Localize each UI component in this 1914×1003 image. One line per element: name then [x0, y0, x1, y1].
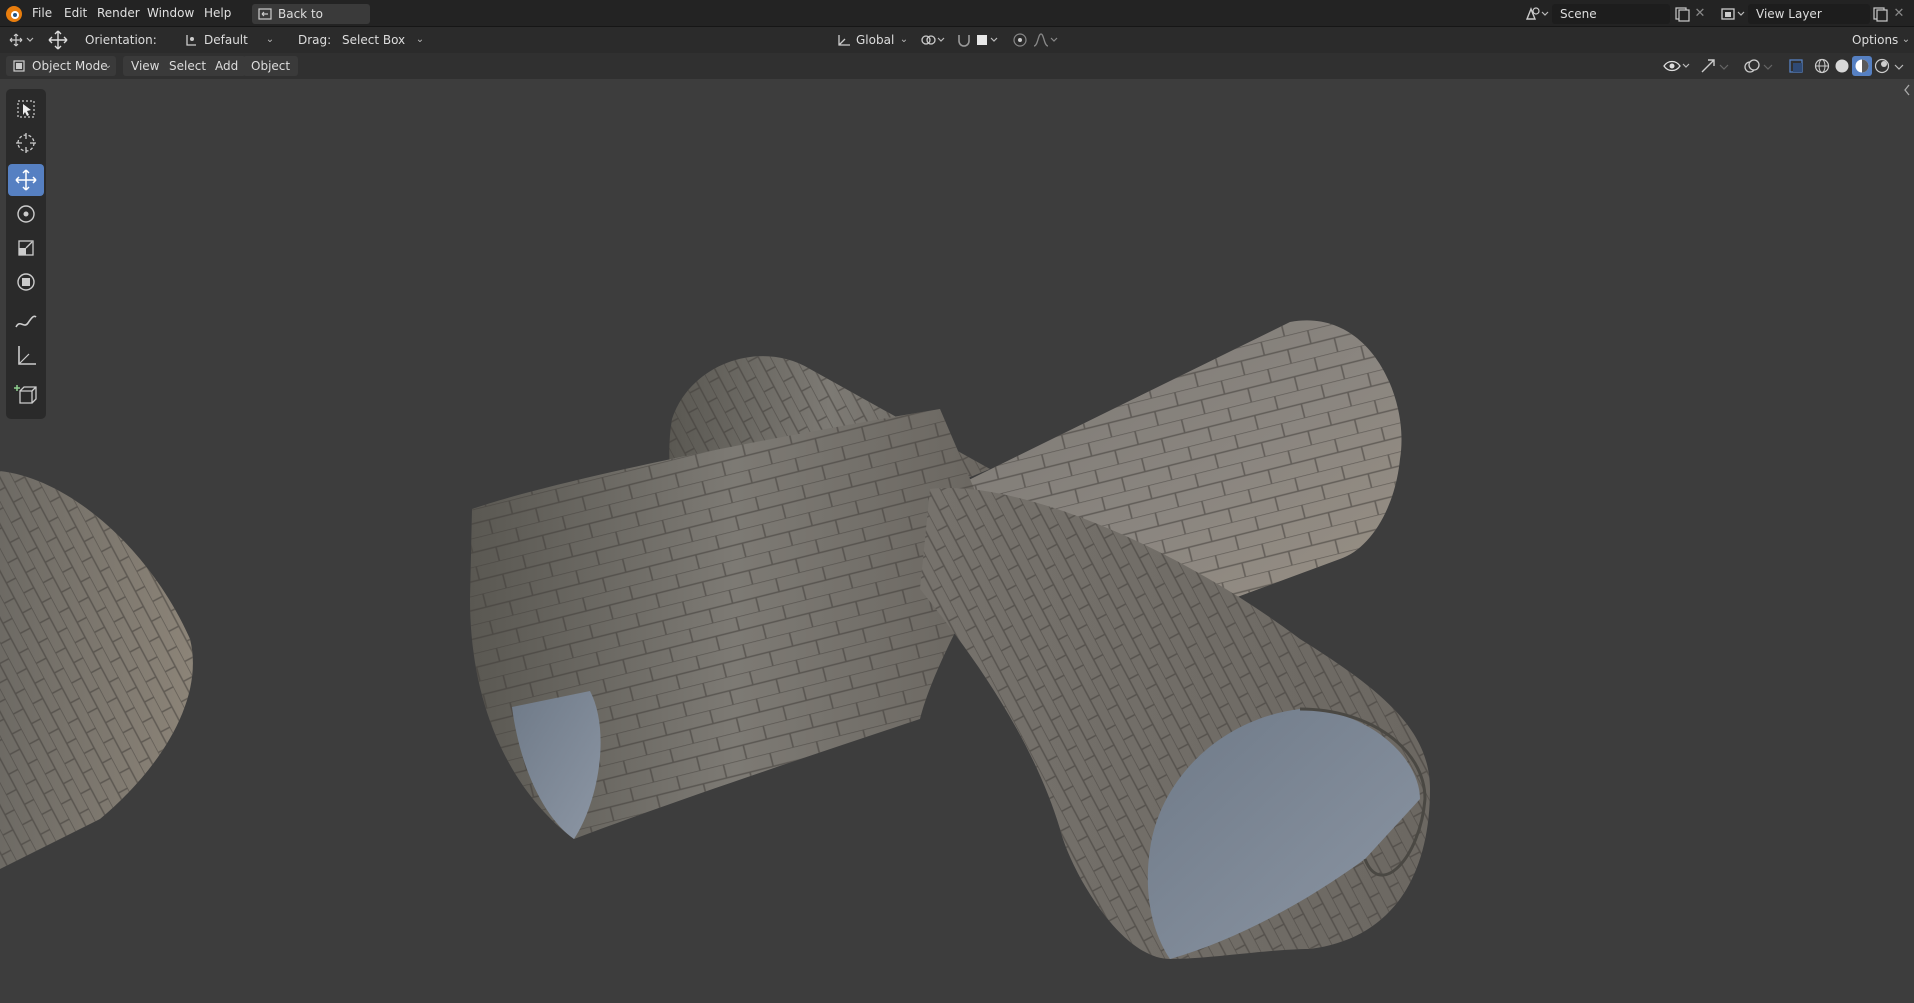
- material-preview-icon[interactable]: [1852, 56, 1872, 76]
- overlays-dropdown-icon[interactable]: [1762, 56, 1774, 76]
- transform-orientation-value: Global: [856, 33, 895, 47]
- select-box-tool[interactable]: [8, 93, 44, 125]
- drag-dropdown[interactable]: Select Box ⌄: [336, 30, 428, 50]
- chevron-down-icon: ⌄: [1901, 34, 1911, 45]
- view-layer-value: View Layer: [1756, 7, 1822, 21]
- chevron-down-icon: ⌄: [415, 34, 425, 45]
- orientation-label: Orientation:: [85, 33, 157, 47]
- transform-orientation-dropdown[interactable]: Global ⌄: [832, 30, 912, 50]
- scene-icon[interactable]: [1521, 4, 1551, 24]
- options-label: Options: [1852, 33, 1899, 47]
- tool-settings-icon[interactable]: [6, 30, 38, 50]
- mode-dropdown[interactable]: Object Mode ⌄: [6, 56, 116, 76]
- cursor-tool[interactable]: [8, 127, 44, 159]
- snap-icon[interactable]: [954, 30, 974, 50]
- drag-label: Drag:: [298, 33, 332, 47]
- overlays-icon[interactable]: [1742, 56, 1762, 76]
- remove-scene-icon[interactable]: ✕: [1692, 4, 1708, 24]
- back-icon: [258, 7, 272, 21]
- gizmo-dropdown-icon[interactable]: [1718, 56, 1730, 76]
- tool-settings-header: Orientation: Default ⌄ Drag: Select Box …: [0, 27, 1914, 53]
- solid-shading-icon[interactable]: [1832, 56, 1852, 76]
- snap-target-icon[interactable]: [974, 30, 1004, 50]
- measure-tool[interactable]: [8, 339, 44, 371]
- global-axis-icon: [836, 33, 852, 47]
- rotate-tool[interactable]: [8, 198, 44, 230]
- proportional-editing-icon[interactable]: [1010, 30, 1030, 50]
- xray-icon[interactable]: [1786, 56, 1808, 76]
- back-to-previous-button[interactable]: Back to Previous: [252, 4, 370, 41]
- sidebar-toggle-icon[interactable]: [1902, 83, 1912, 97]
- top-bar: File Edit Render Window Help Back to Pre…: [0, 0, 1914, 41]
- toolbar: [6, 89, 46, 419]
- scene-render: [0, 320, 1430, 959]
- blender-logo-icon[interactable]: [4, 4, 24, 24]
- 3d-viewport[interactable]: [0, 79, 1914, 999]
- scene-field[interactable]: Scene: [1552, 4, 1670, 24]
- new-view-layer-icon[interactable]: [1871, 4, 1889, 24]
- rendered-shading-icon[interactable]: [1872, 56, 1892, 76]
- chevron-down-icon: ⌄: [265, 34, 275, 45]
- visibility-eye-icon[interactable]: [1662, 56, 1692, 76]
- viewport-header: Object Mode ⌄ View Select Add Object: [0, 53, 1914, 79]
- transform-tool[interactable]: [8, 266, 44, 298]
- scale-tool[interactable]: [8, 232, 44, 264]
- add-cube-tool[interactable]: [8, 379, 44, 411]
- menu-render[interactable]: Render: [93, 4, 144, 23]
- menu-window[interactable]: Window: [143, 4, 198, 23]
- options-dropdown[interactable]: Options ⌄: [1846, 30, 1912, 50]
- gizmo-icon[interactable]: [1698, 56, 1718, 76]
- menu-help[interactable]: Help: [200, 4, 235, 23]
- viewport-menu-object[interactable]: Object: [243, 56, 299, 76]
- mode-value: Object Mode: [32, 59, 108, 73]
- annotate-tool[interactable]: [8, 305, 44, 337]
- viewport-menu-add[interactable]: Add: [207, 56, 247, 76]
- menu-edit[interactable]: Edit: [60, 4, 91, 23]
- scene-value: Scene: [1560, 7, 1597, 21]
- chevron-down-icon: ⌄: [103, 60, 113, 71]
- drag-value: Select Box: [342, 33, 406, 47]
- wireframe-shading-icon[interactable]: [1812, 56, 1832, 76]
- shading-dropdown-icon[interactable]: [1892, 56, 1906, 76]
- object-mode-icon: [12, 59, 26, 73]
- move-tool-icon: [46, 29, 70, 51]
- menu-file[interactable]: File: [28, 4, 56, 23]
- remove-view-layer-icon[interactable]: ✕: [1891, 4, 1907, 24]
- new-scene-icon[interactable]: [1673, 4, 1691, 24]
- pivot-point-icon[interactable]: [918, 30, 948, 50]
- move-tool[interactable]: [8, 164, 44, 196]
- orientation-value: Default: [204, 33, 248, 47]
- orientation-icon: [184, 33, 198, 47]
- chevron-down-icon: ⌄: [899, 34, 909, 45]
- view-layer-field[interactable]: View Layer: [1748, 4, 1870, 24]
- falloff-icon[interactable]: [1032, 30, 1060, 50]
- orientation-dropdown[interactable]: Default ⌄: [178, 30, 278, 50]
- view-layer-icon[interactable]: [1717, 4, 1747, 24]
